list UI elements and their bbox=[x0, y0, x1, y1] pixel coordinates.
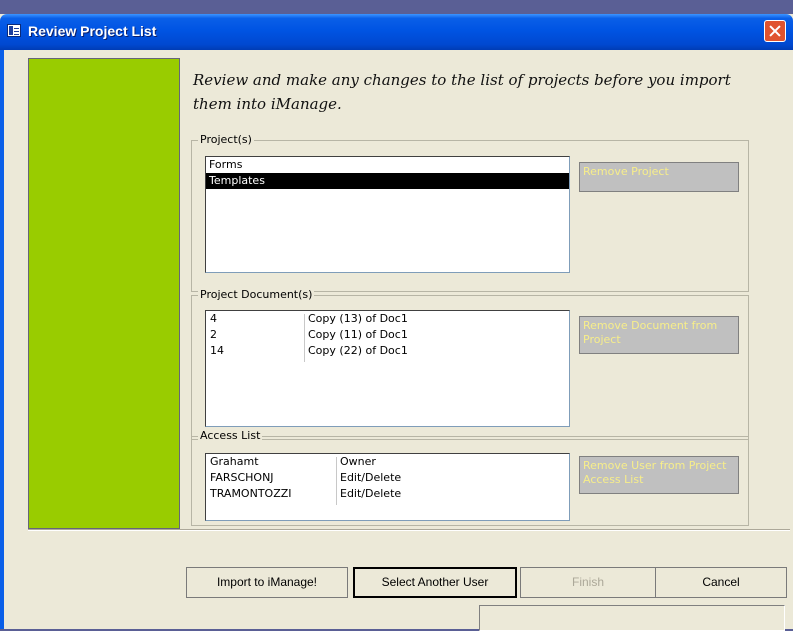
instructions-text: Review and make any changes to the list … bbox=[193, 71, 731, 113]
status-field bbox=[479, 605, 785, 631]
window-title: Review Project List bbox=[28, 23, 157, 39]
access-list-group-label: Access List bbox=[198, 429, 263, 443]
select-another-user-button[interactable]: Select Another User bbox=[353, 567, 517, 598]
table-row[interactable]: 2 Copy (11) of Doc1 bbox=[206, 327, 569, 343]
documents-group-label: Project Document(s) bbox=[198, 288, 315, 302]
table-row[interactable]: 4 Copy (13) of Doc1 bbox=[206, 311, 569, 327]
remove-project-button[interactable]: Remove Project bbox=[579, 162, 739, 192]
list-item[interactable]: Forms bbox=[206, 157, 569, 173]
close-icon[interactable] bbox=[764, 20, 786, 42]
doc-name: Copy (11) of Doc1 bbox=[308, 328, 408, 341]
doc-number: 4 bbox=[210, 312, 217, 325]
doc-number: 2 bbox=[210, 328, 217, 341]
project-name: Templates bbox=[209, 174, 265, 187]
user-rights: Owner bbox=[340, 455, 376, 468]
review-project-list-window: Review Project List Review and make any … bbox=[0, 14, 793, 631]
projects-group-label: Project(s) bbox=[198, 133, 254, 147]
remove-user-button[interactable]: Remove User from Project Access List bbox=[579, 456, 739, 494]
access-listbox[interactable]: Grahamt Owner FARSCHONJ Edit/Delete TRAM… bbox=[205, 453, 570, 521]
title-bar[interactable]: Review Project List bbox=[0, 14, 793, 50]
documents-listbox[interactable]: 4 Copy (13) of Doc1 2 Copy (11) of Doc1 … bbox=[205, 310, 570, 427]
user-name: TRAMONTOZZI bbox=[210, 487, 292, 500]
user-rights: Edit/Delete bbox=[340, 487, 402, 500]
import-button[interactable]: Import to iManage! bbox=[186, 567, 348, 598]
table-row[interactable]: Grahamt Owner bbox=[206, 454, 569, 470]
projects-listbox[interactable]: Forms Templates bbox=[205, 156, 570, 273]
table-row[interactable]: TRAMONTOZZI Edit/Delete bbox=[206, 486, 569, 502]
window-frame bbox=[0, 50, 4, 629]
user-name: FARSCHONJ bbox=[210, 471, 274, 484]
separator bbox=[28, 529, 790, 531]
doc-name: Copy (13) of Doc1 bbox=[308, 312, 408, 325]
doc-name: Copy (22) of Doc1 bbox=[308, 344, 408, 357]
user-rights: Edit/Delete bbox=[340, 471, 402, 484]
list-item-selected[interactable]: Templates bbox=[206, 173, 569, 189]
project-name: Forms bbox=[209, 158, 243, 171]
table-row[interactable]: FARSCHONJ Edit/Delete bbox=[206, 470, 569, 486]
finish-button[interactable]: Finish bbox=[520, 567, 656, 598]
remove-document-button[interactable]: Remove Document from Project bbox=[579, 316, 739, 354]
cancel-button[interactable]: Cancel bbox=[655, 567, 787, 598]
form-icon bbox=[7, 24, 21, 37]
table-row[interactable]: 14 Copy (22) of Doc1 bbox=[206, 343, 569, 359]
accent-panel bbox=[28, 58, 180, 529]
doc-number: 14 bbox=[210, 344, 224, 357]
user-name: Grahamt bbox=[210, 455, 259, 468]
